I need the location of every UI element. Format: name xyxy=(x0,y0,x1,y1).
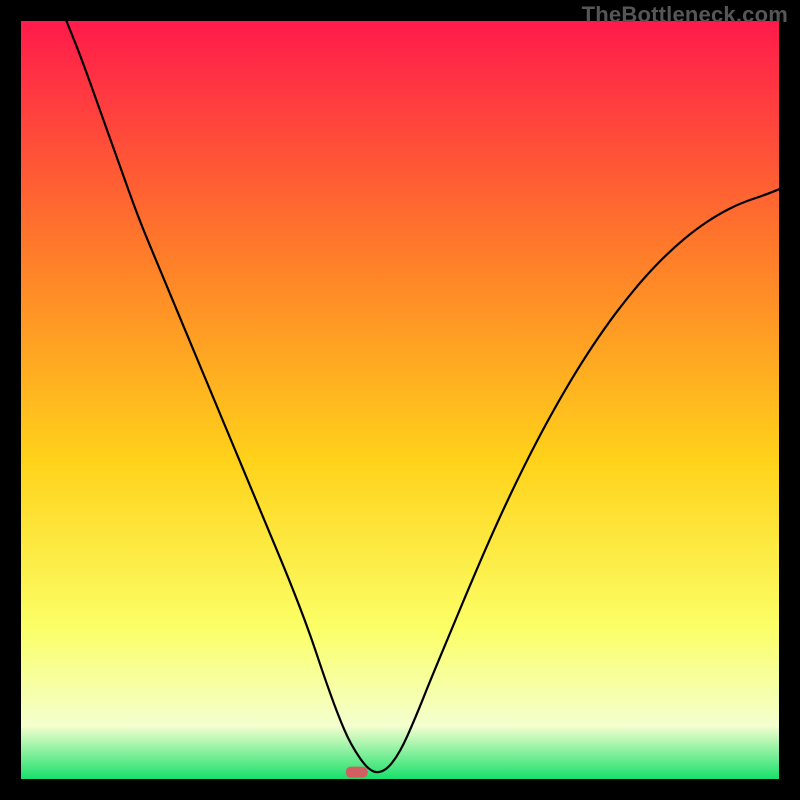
optimal-marker xyxy=(346,767,368,778)
chart-svg xyxy=(21,21,779,779)
watermark-text: TheBottleneck.com xyxy=(582,2,788,28)
chart-frame: TheBottleneck.com xyxy=(0,0,800,800)
plot-area xyxy=(21,21,779,779)
gradient-background xyxy=(21,21,779,779)
